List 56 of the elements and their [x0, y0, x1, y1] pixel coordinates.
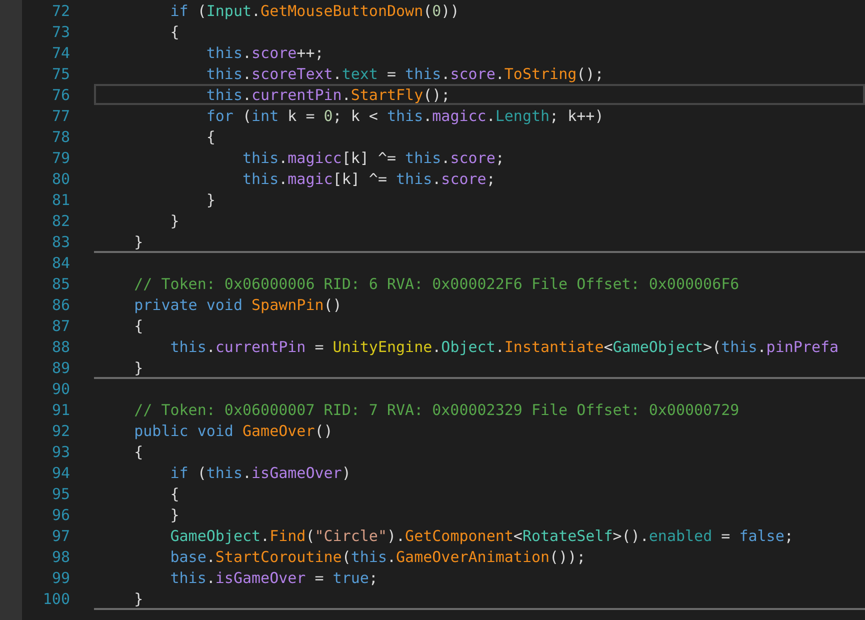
line-number: 78 [50, 128, 70, 146]
code-line: { [170, 22, 180, 40]
line-number: 93 [50, 442, 70, 460]
line-number: 100 [42, 590, 70, 608]
code-line: // Token: 0x06000006 RID: 6 RVA: 0x000022F6 File Offset: 0x000006F6 [134, 274, 740, 292]
code-line: { [206, 128, 216, 146]
line-number: 99 [50, 568, 70, 586]
line-number: 95 [50, 484, 70, 502]
code-line: } [134, 590, 144, 608]
code-line: for (int k = 0; k < this.magicc.Length; k++) [206, 106, 604, 124]
line-number: 75 [50, 64, 70, 82]
code-line: private void SpawnPin() [134, 296, 342, 314]
line-number: 98 [50, 548, 70, 566]
code-line: } [206, 190, 216, 208]
code-line: } [134, 358, 144, 376]
code-line: } [134, 232, 144, 250]
line-number: 92 [50, 422, 70, 440]
line-number: 77 [50, 106, 70, 124]
code-line: { [134, 442, 144, 460]
line-number: 76 [50, 86, 70, 104]
line-number: 81 [50, 190, 70, 208]
code-line: this.magic[k] ^= this.score; [242, 170, 496, 188]
line-number: 96 [50, 506, 70, 524]
line-number: 89 [50, 358, 70, 376]
code-line: this.isGameOver = true; [170, 568, 378, 586]
code-line: public void GameOver() [134, 422, 333, 440]
code-line: this.score++; [206, 44, 324, 62]
code-line: base.StartCoroutine(this.GameOverAnimation()); [170, 548, 586, 566]
line-number: 97 [50, 526, 70, 544]
code-line: this.currentPin = UnityEngine.Object.Instantiate<GameObject>(this.pinPrefa [170, 338, 839, 356]
line-number: 83 [50, 232, 70, 250]
code-line: { [134, 316, 144, 334]
code-line: if (this.isGameOver) [170, 464, 351, 482]
line-number: 73 [50, 22, 70, 40]
line-number: 82 [50, 212, 70, 230]
code-line: this.magicc[k] ^= this.score; [242, 148, 504, 166]
line-number: 74 [50, 44, 70, 62]
code-line: { [170, 484, 180, 502]
code-line: // Token: 0x06000007 RID: 7 RVA: 0x00002329 File Offset: 0x00000729 [134, 400, 740, 418]
line-number: 79 [50, 148, 70, 166]
line-number: 80 [50, 170, 70, 188]
line-number: 72 [50, 2, 70, 20]
code-line: this.currentPin.StartFly(); [206, 86, 450, 104]
code-line: } [170, 212, 180, 230]
line-number: 88 [50, 338, 70, 356]
line-number: 90 [50, 380, 70, 398]
code-line: if (Input.GetMouseButtonDown(0)) [170, 2, 460, 20]
code-line: this.scoreText.text = this.score.ToString(); [206, 64, 604, 82]
line-number: 94 [50, 464, 70, 482]
line-number: 84 [50, 254, 70, 272]
line-number: 85 [50, 274, 70, 292]
line-number: 87 [50, 316, 70, 334]
line-number: 86 [50, 296, 70, 314]
line-number: 91 [50, 400, 70, 418]
code-line: GameObject.Find("Circle").GetComponent<RotateSelf>().enabled = false; [170, 526, 794, 544]
code-line: } [170, 506, 180, 524]
